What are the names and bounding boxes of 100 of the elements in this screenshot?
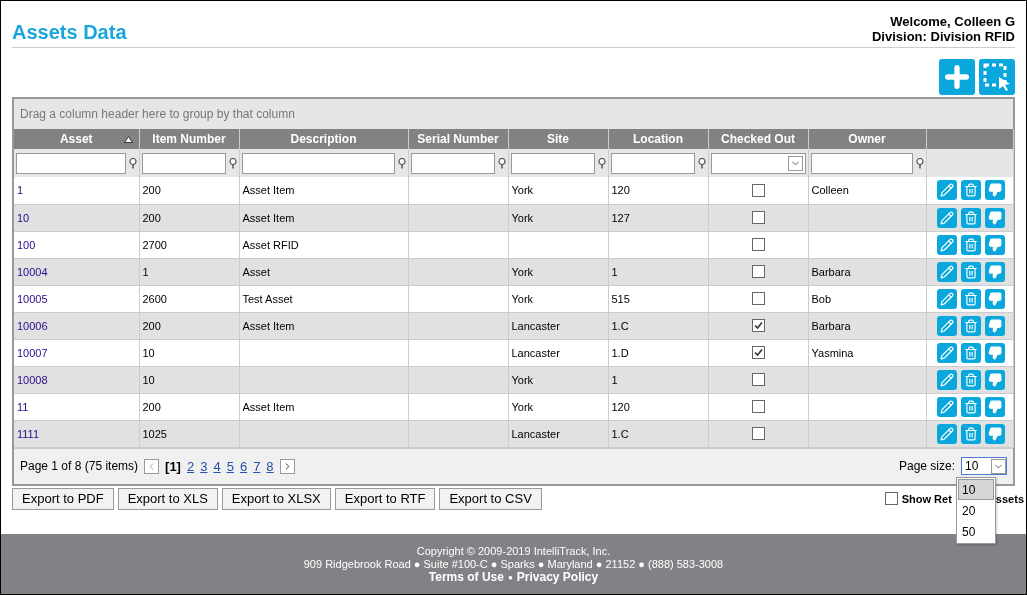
asset-link[interactable]: 10006 [17, 319, 48, 332]
delete-button[interactable] [960, 423, 981, 444]
edit-button[interactable] [936, 396, 957, 417]
edit-button[interactable] [936, 342, 957, 363]
dropdown-option[interactable]: 10 [958, 479, 994, 500]
delete-button[interactable] [960, 342, 981, 363]
delete-button[interactable] [960, 234, 981, 255]
export-button[interactable]: Export to XLSX [221, 487, 331, 510]
filter-icon[interactable] [397, 157, 406, 169]
checkbox[interactable] [751, 238, 765, 252]
column-header[interactable]: Item Number [139, 129, 239, 149]
checkbox[interactable] [751, 265, 765, 279]
filter-icon[interactable] [497, 157, 506, 169]
add-button[interactable] [939, 59, 975, 95]
column-header[interactable]: Site [508, 129, 608, 149]
filter-field[interactable] [16, 152, 126, 174]
thumbs-down-button[interactable] [984, 342, 1005, 363]
export-button[interactable]: Export to XLS [117, 487, 218, 510]
page-link[interactable]: 8 [266, 458, 274, 474]
checkbox[interactable] [884, 492, 898, 505]
filter-icon[interactable] [697, 157, 706, 169]
edit-button[interactable] [936, 369, 957, 390]
asset-link[interactable]: 1 [17, 184, 24, 197]
thumbs-down-button[interactable] [984, 315, 1005, 336]
column-header[interactable]: Checked Out [708, 129, 808, 149]
page-link[interactable]: 7 [253, 458, 261, 474]
column-header[interactable]: Location [608, 129, 708, 149]
thumbs-down-button[interactable] [984, 180, 1005, 201]
delete-button[interactable] [960, 261, 981, 282]
dropdown-icon[interactable] [787, 155, 803, 171]
asset-link[interactable]: 10 [17, 211, 30, 224]
thumbs-down-button[interactable] [984, 288, 1005, 309]
delete-button[interactable] [960, 288, 981, 309]
table-cell: 200 [142, 211, 161, 224]
delete-button[interactable] [960, 207, 981, 228]
asset-link[interactable]: 10004 [17, 265, 48, 278]
asset-link[interactable]: 100 [17, 238, 36, 251]
thumbs-down-button[interactable] [984, 207, 1005, 228]
column-header[interactable]: Asset [14, 129, 139, 149]
next-page-button[interactable] [279, 458, 295, 474]
asset-link[interactable]: 11 [17, 400, 29, 413]
filter-field[interactable] [141, 152, 226, 174]
column-header[interactable]: Serial Number [408, 129, 508, 149]
page-link[interactable]: [1] [165, 458, 181, 474]
footer-link[interactable]: Privacy Policy [516, 570, 599, 584]
page-link[interactable]: 3 [200, 458, 208, 474]
footer-link[interactable]: Terms of Use [428, 570, 504, 584]
asset-link[interactable]: 10007 [17, 346, 48, 359]
export-button[interactable]: Export to PDF [12, 487, 114, 510]
table-cell: 10 [142, 346, 155, 359]
filter-icon[interactable] [228, 157, 237, 169]
filter-icon[interactable] [915, 157, 924, 169]
filter-field[interactable] [241, 152, 395, 174]
asset-link[interactable]: 1111 [17, 427, 40, 440]
edit-button[interactable] [936, 180, 957, 201]
page-size-select[interactable]: 10 [961, 457, 1007, 475]
page-link[interactable]: 6 [239, 458, 248, 474]
filter-field[interactable] [610, 152, 695, 174]
checkbox[interactable] [751, 184, 765, 198]
select-area-button[interactable] [979, 59, 1015, 95]
checkbox[interactable] [751, 373, 765, 387]
checkbox[interactable] [751, 319, 765, 333]
edit-button[interactable] [936, 315, 957, 336]
asset-link[interactable]: 10008 [17, 373, 48, 386]
checkbox[interactable] [751, 427, 765, 441]
table-cell: York [511, 292, 534, 305]
edit-button[interactable] [936, 207, 957, 228]
previous-page-button[interactable] [144, 458, 160, 474]
filter-field[interactable] [510, 152, 595, 174]
edit-button[interactable] [936, 234, 957, 255]
filter-icon[interactable] [597, 157, 606, 169]
thumbs-down-button[interactable] [984, 423, 1005, 444]
column-header[interactable]: Description [239, 129, 408, 149]
edit-button[interactable] [936, 288, 957, 309]
export-button[interactable]: Export to RTF [334, 487, 436, 510]
filter-field[interactable] [810, 152, 913, 174]
filter-icon[interactable] [128, 157, 137, 169]
thumbs-down-button[interactable] [984, 396, 1005, 417]
thumbs-down-button[interactable] [984, 369, 1005, 390]
checkbox[interactable] [751, 211, 765, 225]
filter-field[interactable] [410, 152, 495, 174]
delete-button[interactable] [960, 396, 981, 417]
checkbox[interactable] [751, 400, 765, 414]
edit-button[interactable] [936, 423, 957, 444]
page-link[interactable]: 2 [186, 458, 195, 474]
asset-link[interactable]: 10005 [17, 292, 48, 305]
delete-button[interactable] [960, 369, 981, 390]
page-link[interactable]: 4 [213, 458, 221, 474]
export-button[interactable]: Export to CSV [439, 487, 542, 510]
page-link[interactable]: 5 [226, 458, 234, 474]
thumbs-down-button[interactable] [984, 234, 1005, 255]
delete-button[interactable] [960, 180, 981, 201]
edit-button[interactable] [936, 261, 957, 282]
thumbs-down-button[interactable] [984, 261, 1005, 282]
filter-select[interactable] [710, 152, 806, 174]
delete-button[interactable] [960, 315, 981, 336]
checkbox[interactable] [751, 346, 765, 360]
checkbox[interactable] [751, 292, 765, 306]
column-header[interactable]: Owner [808, 129, 926, 149]
dropdown-icon[interactable] [991, 458, 1006, 474]
